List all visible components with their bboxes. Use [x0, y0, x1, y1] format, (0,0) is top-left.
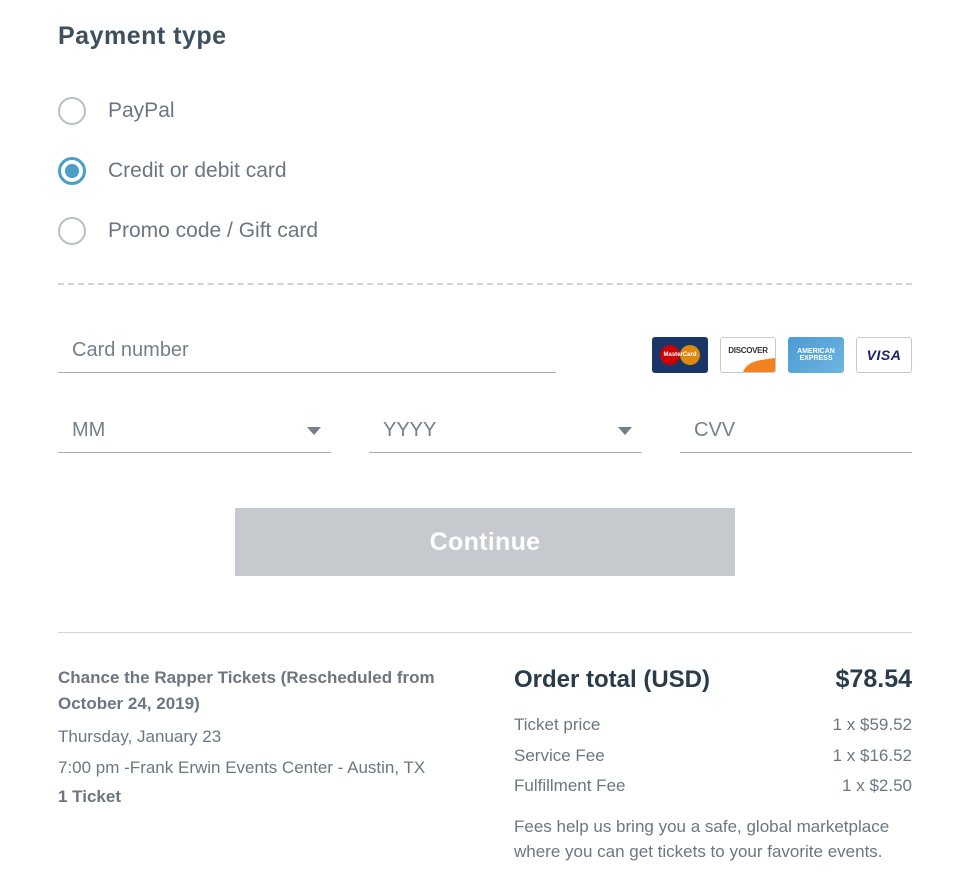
payment-option-paypal[interactable]: PayPal	[58, 81, 912, 141]
expiry-month-placeholder: MM	[72, 419, 105, 442]
dashed-divider	[58, 283, 912, 285]
chevron-down-icon	[307, 427, 321, 435]
order-total-label: Order total (USD)	[514, 666, 710, 694]
radio-icon	[58, 97, 86, 125]
chevron-down-icon	[618, 427, 632, 435]
amex-icon: AMERICAN EXPRESS	[788, 337, 844, 373]
expiry-year-placeholder: YYYY	[383, 419, 436, 442]
fee-label: Service Fee	[514, 741, 605, 772]
expiry-cvv-row: MM YYYY	[58, 413, 912, 453]
fee-label: Fulfillment Fee	[514, 771, 625, 802]
cvv-input[interactable]	[680, 413, 912, 453]
order-summary: Chance the Rapper Tickets (Rescheduled f…	[58, 665, 912, 865]
fee-row-service-fee: Service Fee 1 x $16.52	[514, 741, 912, 772]
payment-type-heading: Payment type	[58, 22, 912, 51]
visa-icon: VISA	[856, 337, 912, 373]
radio-label: Promo code / Gift card	[108, 219, 318, 243]
expiry-month-select[interactable]: MM	[58, 413, 331, 453]
payment-type-radio-group: PayPal Credit or debit card Promo code /…	[58, 81, 912, 261]
event-title: Chance the Rapper Tickets (Rescheduled f…	[58, 665, 456, 716]
radio-icon	[58, 217, 86, 245]
fee-value: 1 x $2.50	[842, 771, 912, 802]
price-breakdown: Order total (USD) $78.54 Ticket price 1 …	[514, 665, 912, 865]
mastercard-icon: MasterCard	[652, 337, 708, 373]
payment-option-promo[interactable]: Promo code / Gift card	[58, 201, 912, 261]
event-date: Thursday, January 23	[58, 722, 456, 753]
payment-option-card[interactable]: Credit or debit card	[58, 141, 912, 201]
fee-value: 1 x $59.52	[833, 710, 912, 741]
radio-label: PayPal	[108, 99, 175, 123]
continue-button[interactable]: Continue	[235, 508, 735, 576]
ticket-count: 1 Ticket	[58, 787, 456, 807]
fee-row-fulfillment-fee: Fulfillment Fee 1 x $2.50	[514, 771, 912, 802]
fee-row-ticket-price: Ticket price 1 x $59.52	[514, 710, 912, 741]
radio-icon	[58, 157, 86, 185]
fee-label: Ticket price	[514, 710, 600, 741]
fee-value: 1 x $16.52	[833, 741, 912, 772]
radio-label: Credit or debit card	[108, 159, 287, 183]
solid-divider	[58, 632, 912, 633]
fees-note: Fees help us bring you a safe, global ma…	[514, 814, 912, 865]
discover-icon: DISCOVER	[720, 337, 776, 373]
card-number-input[interactable]	[58, 333, 556, 373]
order-total-value: $78.54	[836, 665, 912, 694]
card-number-row: MasterCard DISCOVER AMERICAN EXPRESS VIS…	[58, 333, 912, 373]
expiry-year-select[interactable]: YYYY	[369, 413, 642, 453]
event-details: Chance the Rapper Tickets (Rescheduled f…	[58, 665, 456, 865]
card-brand-logos: MasterCard DISCOVER AMERICAN EXPRESS VIS…	[652, 337, 912, 373]
event-time-venue: 7:00 pm -Frank Erwin Events Center - Aus…	[58, 753, 456, 784]
